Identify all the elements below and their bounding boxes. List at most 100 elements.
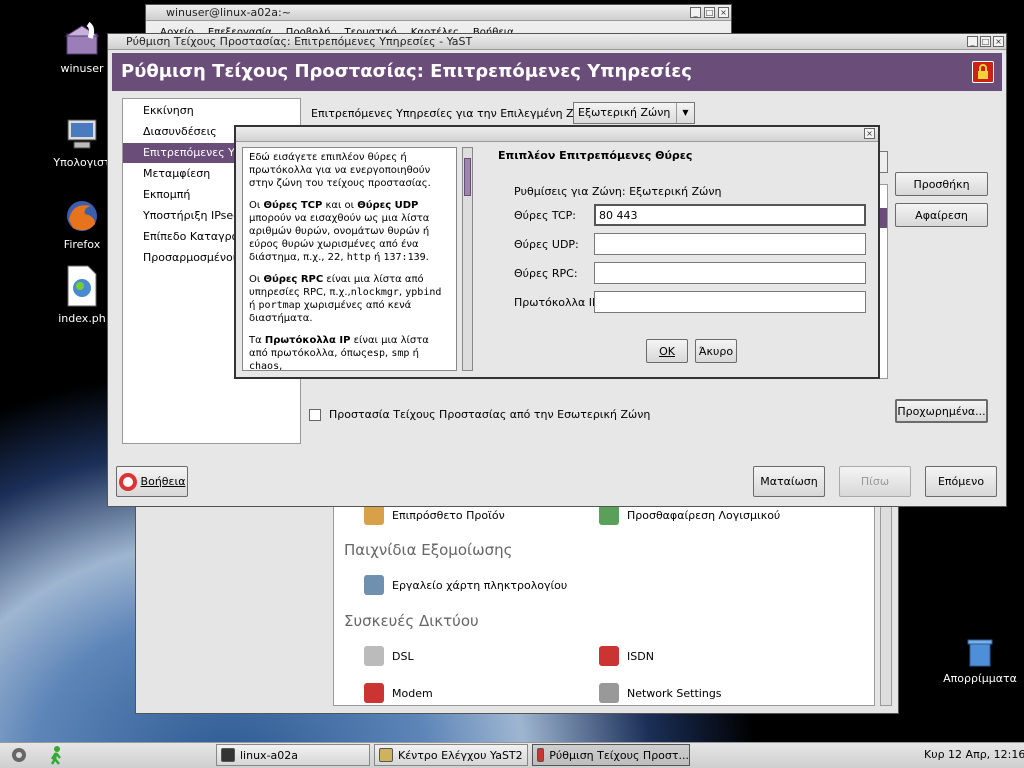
clock[interactable]: Κυρ 12 Απρ, 12:16 (924, 748, 1024, 761)
help-code: smp (391, 348, 410, 359)
page-title: Ρύθμιση Τείχους Προστασίας: Επιτρεπόμενε… (121, 61, 692, 82)
help-text-pane: Εδώ εισάγετε επιπλέον θύρες ή πρωτόκολλα… (242, 147, 457, 371)
computer-menu-icon[interactable] (8, 745, 30, 765)
help-scrollbar[interactable] (462, 147, 473, 371)
nav-item-ipsec[interactable]: Υποστήριξη IPsec (143, 209, 239, 222)
help-text: Τα (249, 335, 265, 346)
help-text: ή (249, 300, 259, 311)
chevron-down-icon: ▼ (676, 103, 694, 123)
control-center-scrollbar[interactable] (880, 500, 892, 706)
nav-item-interfaces[interactable]: Διασυνδέσεις (143, 125, 217, 138)
trash-icon (962, 632, 998, 668)
close-icon[interactable]: × (864, 128, 875, 139)
task-label: Κέντρο Ελέγχου YaST2 (398, 748, 523, 762)
isdn-icon (599, 646, 619, 666)
list-item-label: Επιπρόσθετο Προϊόν (392, 508, 505, 522)
task-label: Ρύθμιση Τείχους Προστ... (549, 748, 689, 762)
minimize-icon[interactable]: _ (690, 7, 701, 18)
udp-ports-input[interactable] (594, 233, 866, 255)
list-item-dsl[interactable]: DSL (364, 646, 414, 666)
zone-label: Επιτρεπόμενες Υπηρεσίες για την Επιλεγμέ… (311, 107, 600, 120)
desktop-icon-label: Απορρίμματα (943, 672, 1017, 685)
keyboard-map-icon (364, 575, 384, 595)
task-terminal[interactable]: linux-a02a (216, 744, 370, 766)
dialog-titlebar[interactable]: × (236, 127, 878, 142)
terminal-titlebar[interactable]: winuser@linux-a02a:~ _ □ × (146, 5, 731, 21)
rpc-ports-label: Θύρες RPC: (514, 267, 578, 280)
software-icon (599, 505, 619, 525)
list-item-network-settings[interactable]: Network Settings (599, 683, 722, 703)
help-button[interactable]: Βοήθεια (116, 466, 188, 497)
help-paragraph-rpc: Οι Θύρες RPC είναι μια λίστα από υπηρεσί… (249, 273, 450, 325)
yast-header: Ρύθμιση Τείχους Προστασίας: Επιτρεπόμενε… (112, 53, 1002, 91)
network-settings-icon (599, 683, 619, 703)
control-center-content: Επιπρόσθετο Προϊόν Προσθαφαίρεση Λογισμι… (333, 500, 875, 706)
help-term-rpc: Θύρες RPC (263, 274, 324, 285)
maximize-icon[interactable]: □ (980, 36, 991, 47)
tcp-ports-input[interactable]: 80 443 (594, 204, 866, 226)
list-item-software[interactable]: Προσθαφαίρεση Λογισμικού (599, 505, 780, 525)
close-icon[interactable]: × (718, 7, 729, 18)
task-yast-control-center[interactable]: Κέντρο Ελέγχου YaST2 (374, 744, 528, 766)
help-code: http (346, 252, 371, 263)
terminal-icon (221, 748, 235, 762)
minimize-icon[interactable]: _ (967, 36, 978, 47)
nav-item-custom[interactable]: Προσαρμοσμένοι Κ (143, 251, 247, 264)
run-launcher-icon[interactable] (44, 745, 66, 765)
extra-ports-dialog[interactable]: × Εδώ εισάγετε επιπλέον θύρες ή πρωτόκολ… (234, 125, 880, 379)
abort-button[interactable]: Ματαίωση (753, 466, 825, 497)
list-item-keyboard-map[interactable]: Εργαλείο χάρτη πληκτρολογίου (364, 575, 567, 595)
lock-icon (972, 61, 994, 83)
zone-select[interactable]: Εξωτερική Ζώνη ▼ (573, 102, 695, 124)
zone-select-value: Εξωτερική Ζώνη (578, 106, 671, 119)
desktop-icon-trash[interactable]: Απορρίμματα (940, 632, 1020, 685)
remove-button[interactable]: Αφαίρεση (895, 203, 988, 227)
protect-internal-checkbox[interactable] (309, 409, 321, 421)
close-icon[interactable]: × (993, 36, 1004, 47)
ip-protocols-label: Πρωτόκολλα IP: (514, 296, 603, 309)
yast-title: Ρύθμιση Τείχους Προστασίας: Επιτρεπόμενε… (126, 35, 473, 48)
help-button-label: Βοήθεια (140, 475, 186, 488)
maximize-icon[interactable]: □ (704, 7, 715, 18)
task-label: linux-a02a (240, 748, 299, 762)
help-paragraph-ip: Τα Πρωτόκολλα IP είναι μια λίστα από πρω… (249, 334, 450, 371)
dsl-icon (364, 646, 384, 666)
back-button[interactable]: Πίσω (839, 466, 911, 497)
yast-titlebar[interactable]: Ρύθμιση Τείχους Προστασίας: Επιτρεπόμενε… (108, 34, 1006, 50)
zone-settings-text: Ρυθμίσεις για Ζώνη: Εξωτερική Ζώνη (514, 185, 722, 198)
udp-ports-label: Θύρες UDP: (514, 238, 579, 251)
control-center-window[interactable]: Επιπρόσθετο Προϊόν Προσθαφαίρεση Λογισμι… (135, 500, 899, 714)
nav-item-startup[interactable]: Εκκίνηση (143, 104, 194, 117)
yast-icon (379, 748, 393, 762)
help-code: esp (366, 348, 386, 359)
help-code: portmap (258, 300, 301, 311)
list-item-addon[interactable]: Επιπρόσθετο Προϊόν (364, 505, 505, 525)
addon-icon (364, 505, 384, 525)
nav-item-masquerading[interactable]: Μεταμφίεση (143, 167, 210, 180)
help-scrollbar-thumb[interactable] (464, 158, 471, 196)
section-heading-network: Συσκευές Δικτύου (344, 612, 479, 630)
rpc-ports-input[interactable] (594, 262, 866, 284)
nav-item-logging[interactable]: Επίπεδο Καταγρα (143, 230, 239, 243)
ip-protocols-input[interactable] (594, 291, 866, 313)
list-item-isdn[interactable]: ISDN (599, 646, 654, 666)
help-code: 137:139 (383, 252, 426, 263)
section-heading-games: Παιχνίδια Εξομοίωσης (344, 541, 513, 559)
help-paragraph-intro: Εδώ εισάγετε επιπλέον θύρες ή πρωτόκολλα… (249, 152, 431, 189)
next-button[interactable]: Επόμενο (925, 466, 997, 497)
protect-internal-label: Προστασία Τείχους Προστασίας από την Εσω… (329, 408, 651, 421)
help-text: ή (370, 252, 384, 263)
firewall-icon (537, 748, 545, 762)
ok-button[interactable]: OK (646, 339, 688, 363)
dialog-cancel-button[interactable]: Άκυρο (695, 339, 737, 363)
nav-item-broadcast[interactable]: Εκπομπή (143, 188, 190, 201)
help-text: Οι (249, 274, 264, 285)
help-text: . (425, 252, 429, 263)
help-code: chaos (249, 361, 280, 371)
list-item-label: Network Settings (627, 686, 722, 700)
list-item-label: Εργαλείο χάρτη πληκτρολογίου (392, 578, 568, 592)
task-firewall[interactable]: Ρύθμιση Τείχους Προστ... (532, 744, 690, 766)
add-button[interactable]: Προσθήκη (895, 172, 988, 196)
list-item-modem[interactable]: Modem (364, 683, 433, 703)
advanced-button[interactable]: Προχωρημένα... (895, 399, 988, 423)
